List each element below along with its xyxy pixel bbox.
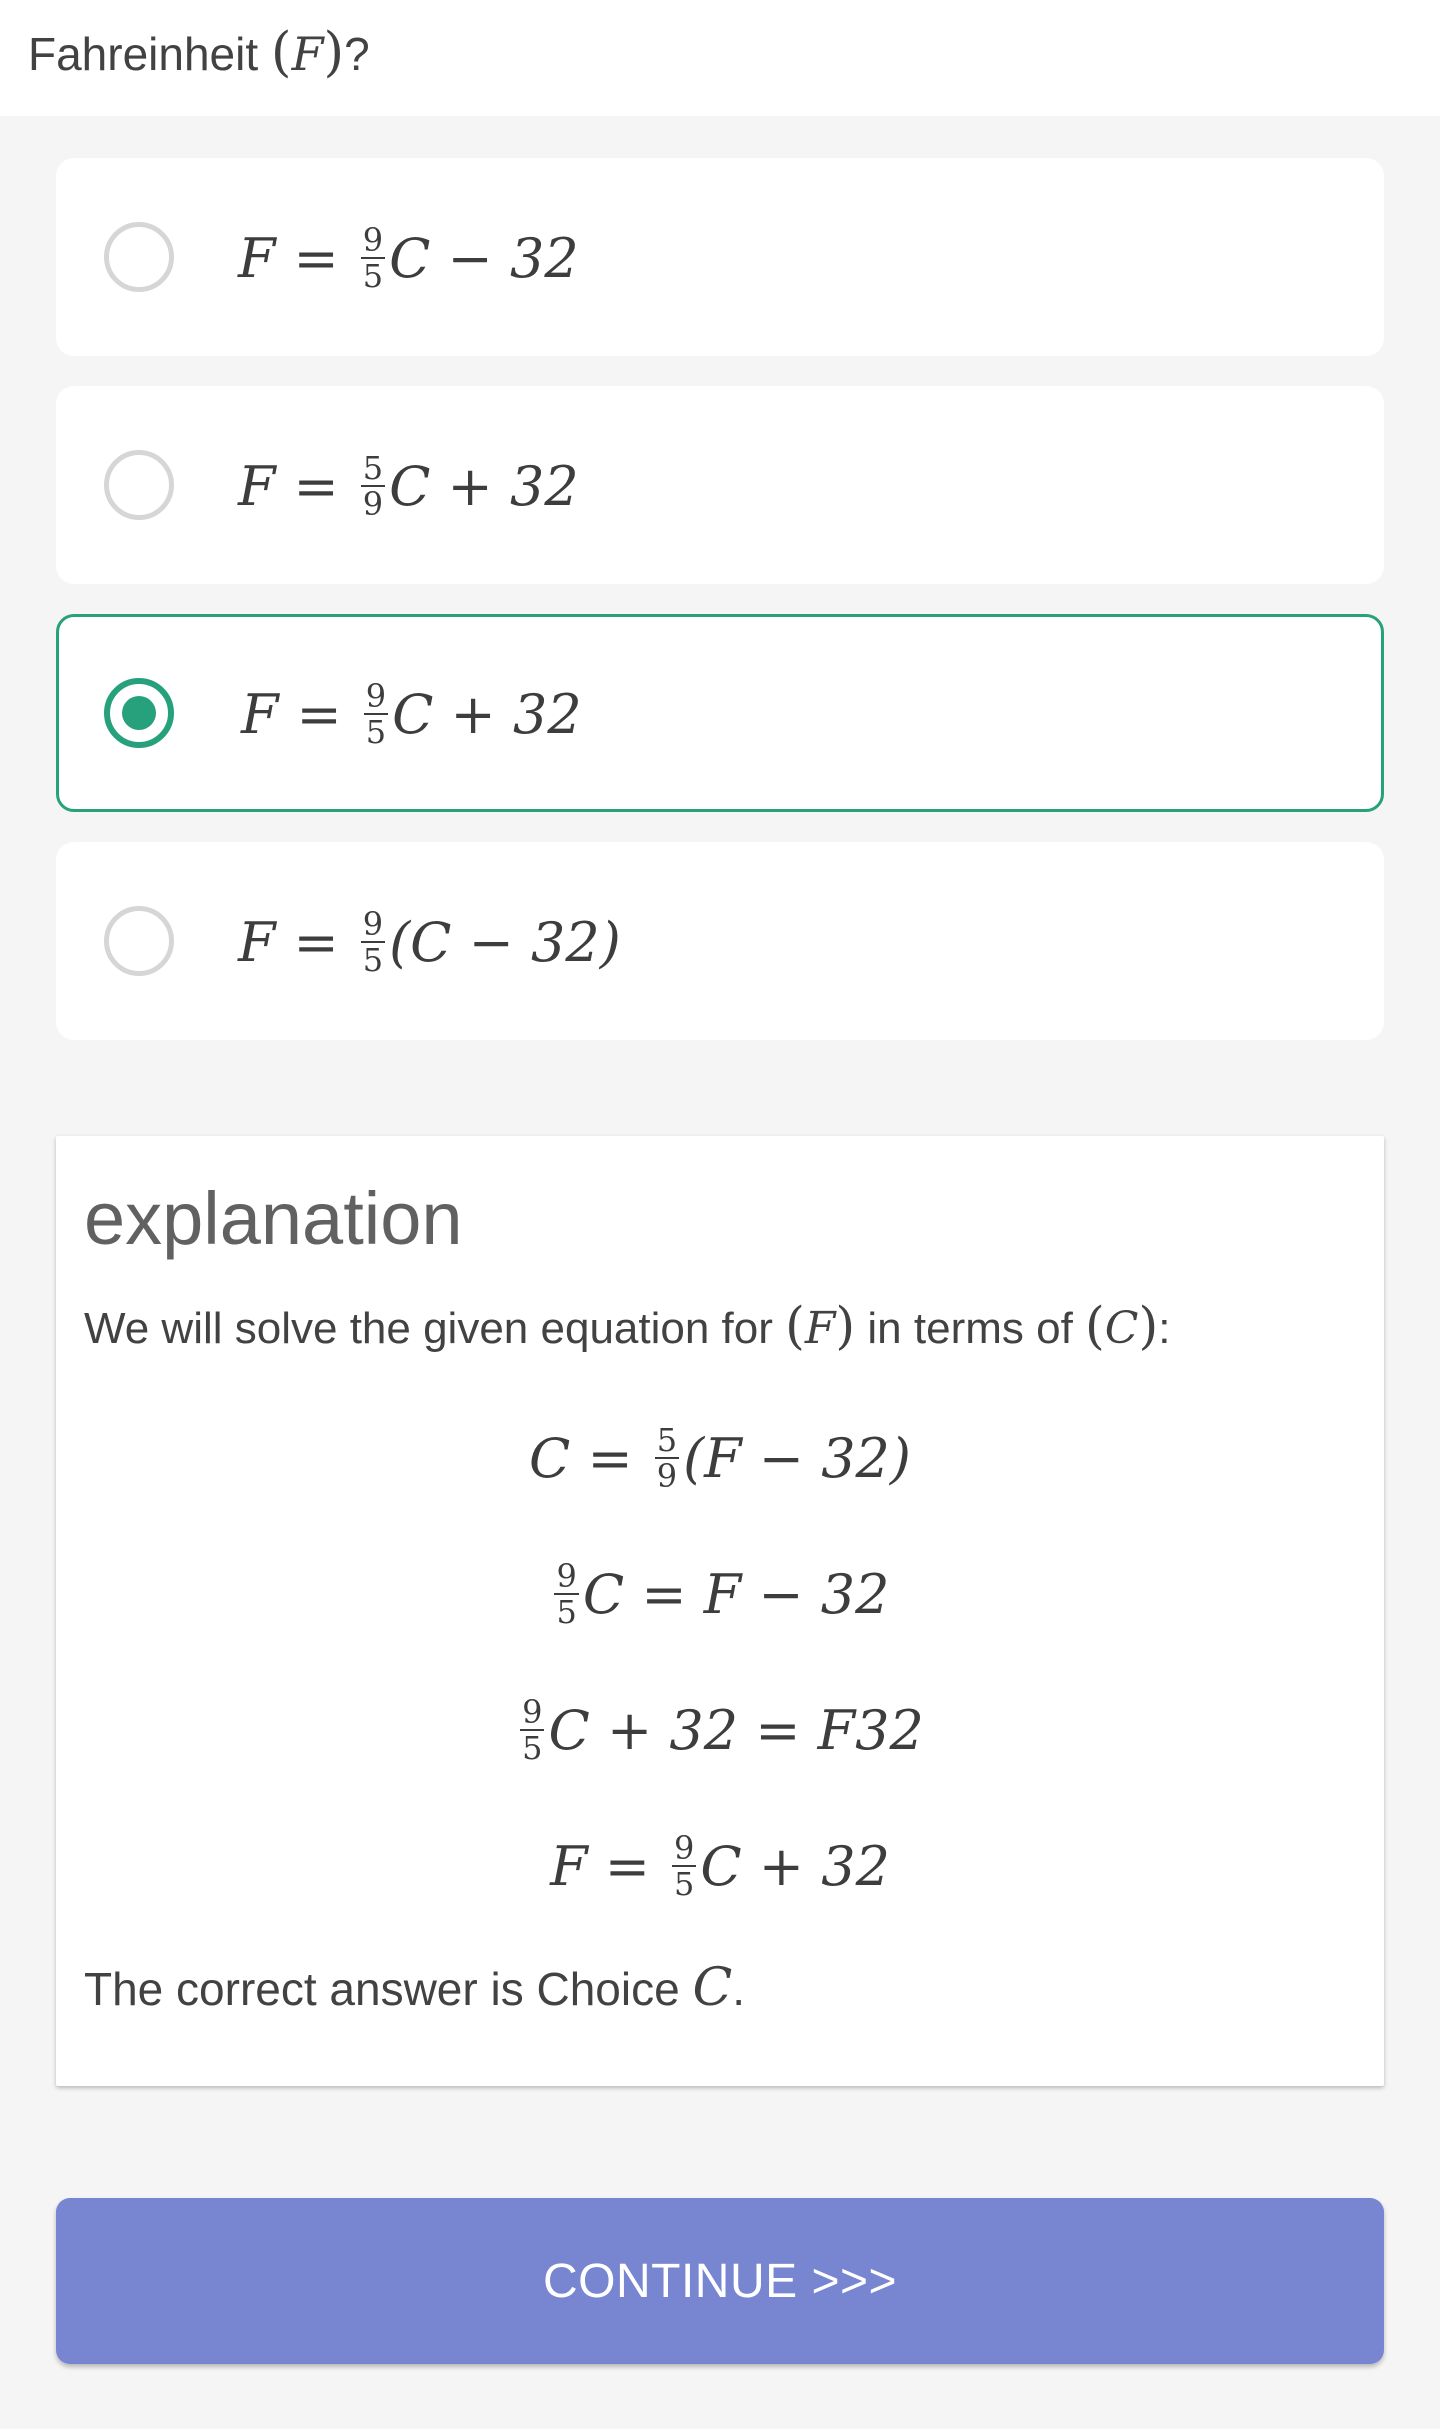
explanation-intro: We will solve the given equation for (F)…: [84, 1296, 1171, 1355]
fraction: 59: [654, 1421, 680, 1495]
radio-button-a[interactable]: [104, 222, 174, 292]
fraction: 95: [363, 677, 389, 751]
option-formula-d: F = 95 (C − 32): [238, 905, 621, 979]
radio-button-b[interactable]: [104, 450, 174, 520]
fraction: 59: [360, 449, 386, 523]
explanation-card: explanation We will solve the given equa…: [56, 1136, 1384, 2086]
equation-step-1: C = 59 (F − 32): [529, 1421, 911, 1495]
radio-button-d[interactable]: [104, 906, 174, 976]
continue-button[interactable]: CONTINUE >>>: [56, 2198, 1384, 2364]
answer-option-c[interactable]: F = 95 C + 32: [56, 614, 1384, 812]
question-prefix: Fahreinheit: [28, 28, 259, 80]
radio-button-c-selected[interactable]: [104, 678, 174, 748]
question-text: Fahreinheit (F)?: [28, 22, 370, 83]
option-formula-a: F = 95 C − 32: [238, 221, 579, 295]
option-formula-c: F = 95 C + 32: [241, 677, 582, 751]
answer-option-d[interactable]: F = 95 (C − 32): [56, 842, 1384, 1040]
fraction: 95: [554, 1557, 579, 1631]
explanation-conclusion: The correct answer is Choice C.: [84, 1958, 746, 2018]
equation-step-2: 95 C = F − 32: [554, 1557, 890, 1631]
equation-step-3: 95 C + 32 = F32: [520, 1693, 924, 1767]
fraction: 95: [520, 1693, 545, 1767]
fraction: 95: [360, 905, 386, 979]
continue-label: CONTINUE >>>: [542, 2254, 898, 2308]
fraction: 95: [671, 1829, 697, 1903]
question-var: F: [291, 27, 324, 81]
question-header: Fahreinheit (F)?: [0, 0, 1440, 116]
question-suffix: ?: [344, 28, 370, 80]
answer-option-b[interactable]: F = 59 C + 32: [56, 386, 1384, 584]
fraction: 95: [360, 221, 386, 295]
option-formula-b: F = 59 C + 32: [238, 449, 579, 523]
explanation-title: explanation: [84, 1177, 463, 1260]
answer-option-a[interactable]: F = 95 C − 32: [56, 158, 1384, 356]
radio-dot: [122, 696, 156, 730]
equation-step-4: F = 95 C + 32: [550, 1829, 890, 1903]
